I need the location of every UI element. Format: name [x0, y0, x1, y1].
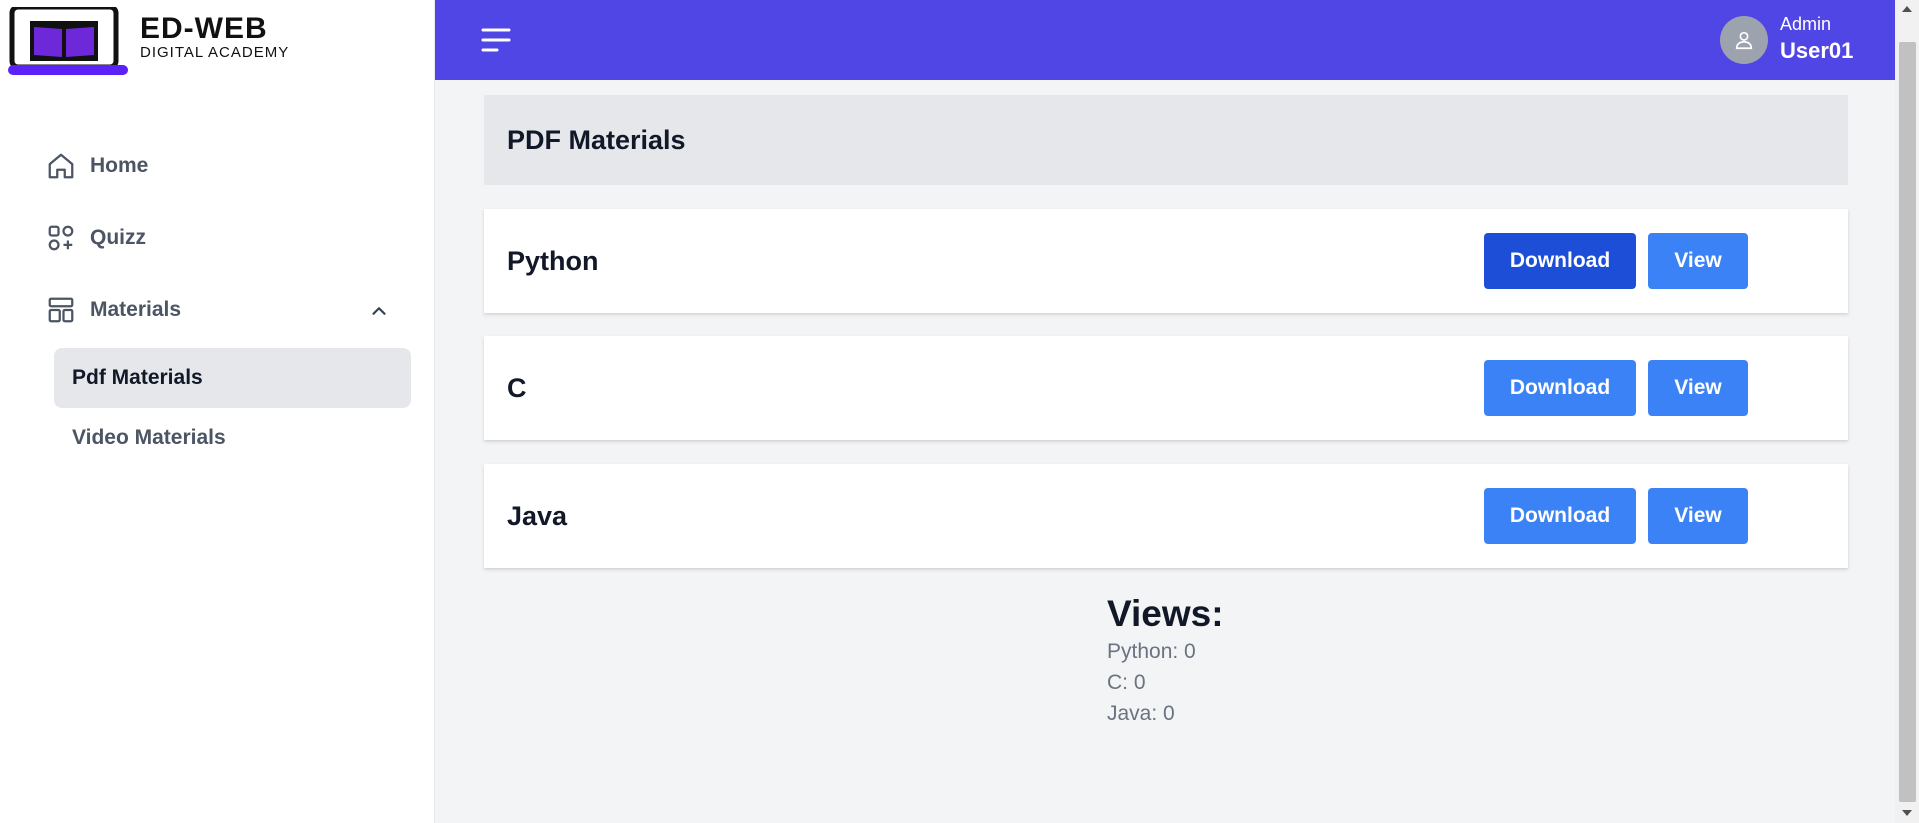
sidebar-item-label: Materials [90, 298, 182, 321]
brand-name: ED-WEB [140, 12, 268, 45]
material-card-java: Java Download View [484, 464, 1848, 568]
sidebar-subitem-video-materials[interactable]: Video Materials [54, 408, 411, 468]
scroll-down-arrow-icon[interactable] [1902, 810, 1912, 816]
main-content: PDF Materials Python Download View C Dow… [435, 80, 1895, 823]
views-python: Python: 0 [1107, 640, 1196, 663]
download-button[interactable]: Download [1484, 360, 1636, 416]
user-role: Admin [1780, 14, 1832, 34]
download-button[interactable]: Download [1484, 488, 1636, 544]
scroll-up-arrow-icon[interactable] [1902, 6, 1912, 12]
layout-icon [45, 294, 77, 326]
sidebar-item-materials[interactable]: Materials [0, 274, 435, 346]
sidebar-item-label: Home [90, 154, 149, 177]
view-button[interactable]: View [1648, 360, 1748, 416]
download-button[interactable]: Download [1484, 233, 1636, 289]
views-summary: Views: Python: 0 C: 0 Java: 0 [1107, 592, 1224, 729]
top-bar: Admin User01 [435, 0, 1895, 80]
sidebar-subitem-pdf-materials[interactable]: Pdf Materials [54, 348, 411, 408]
user-icon [1735, 31, 1753, 50]
hamburger-icon[interactable] [480, 26, 512, 54]
logo-text: ED-WEB DIGITAL ACADEMY [140, 13, 289, 61]
material-title: C [507, 372, 527, 403]
view-button[interactable]: View [1648, 488, 1748, 544]
apps-add-icon [45, 222, 77, 254]
user-name[interactable]: User01 [1780, 38, 1853, 64]
sidebar-item-quizz[interactable]: Quizz [0, 202, 435, 274]
views-java: Java: 0 [1107, 702, 1175, 725]
chevron-up-icon[interactable] [368, 300, 390, 322]
material-card-c: C Download View [484, 336, 1848, 440]
laptop-book-logo-icon [8, 4, 128, 77]
app-root: ED-WEB DIGITAL ACADEMY Home Quizz Materi… [0, 0, 1919, 823]
views-title: Views: [1107, 593, 1224, 634]
avatar[interactable] [1720, 16, 1768, 64]
home-icon [45, 150, 77, 182]
sidebar: ED-WEB DIGITAL ACADEMY Home Quizz Materi… [0, 0, 435, 823]
material-card-python: Python Download View [484, 209, 1848, 313]
vertical-scrollbar[interactable] [1895, 0, 1919, 823]
material-title: Java [507, 500, 568, 531]
view-button[interactable]: View [1648, 233, 1748, 289]
sidebar-nav: Home Quizz Materials [0, 130, 435, 346]
brand-subtitle: DIGITAL ACADEMY [140, 44, 290, 61]
sidebar-item-home[interactable]: Home [0, 130, 435, 202]
page-title: PDF Materials [507, 124, 686, 155]
material-title: Python [507, 245, 599, 276]
sidebar-item-label: Quizz [90, 226, 146, 249]
scrollbar-thumb[interactable] [1899, 42, 1916, 802]
page-header: PDF Materials [484, 95, 1848, 185]
views-c: C: 0 [1107, 671, 1146, 694]
logo[interactable]: ED-WEB DIGITAL ACADEMY [8, 4, 289, 77]
